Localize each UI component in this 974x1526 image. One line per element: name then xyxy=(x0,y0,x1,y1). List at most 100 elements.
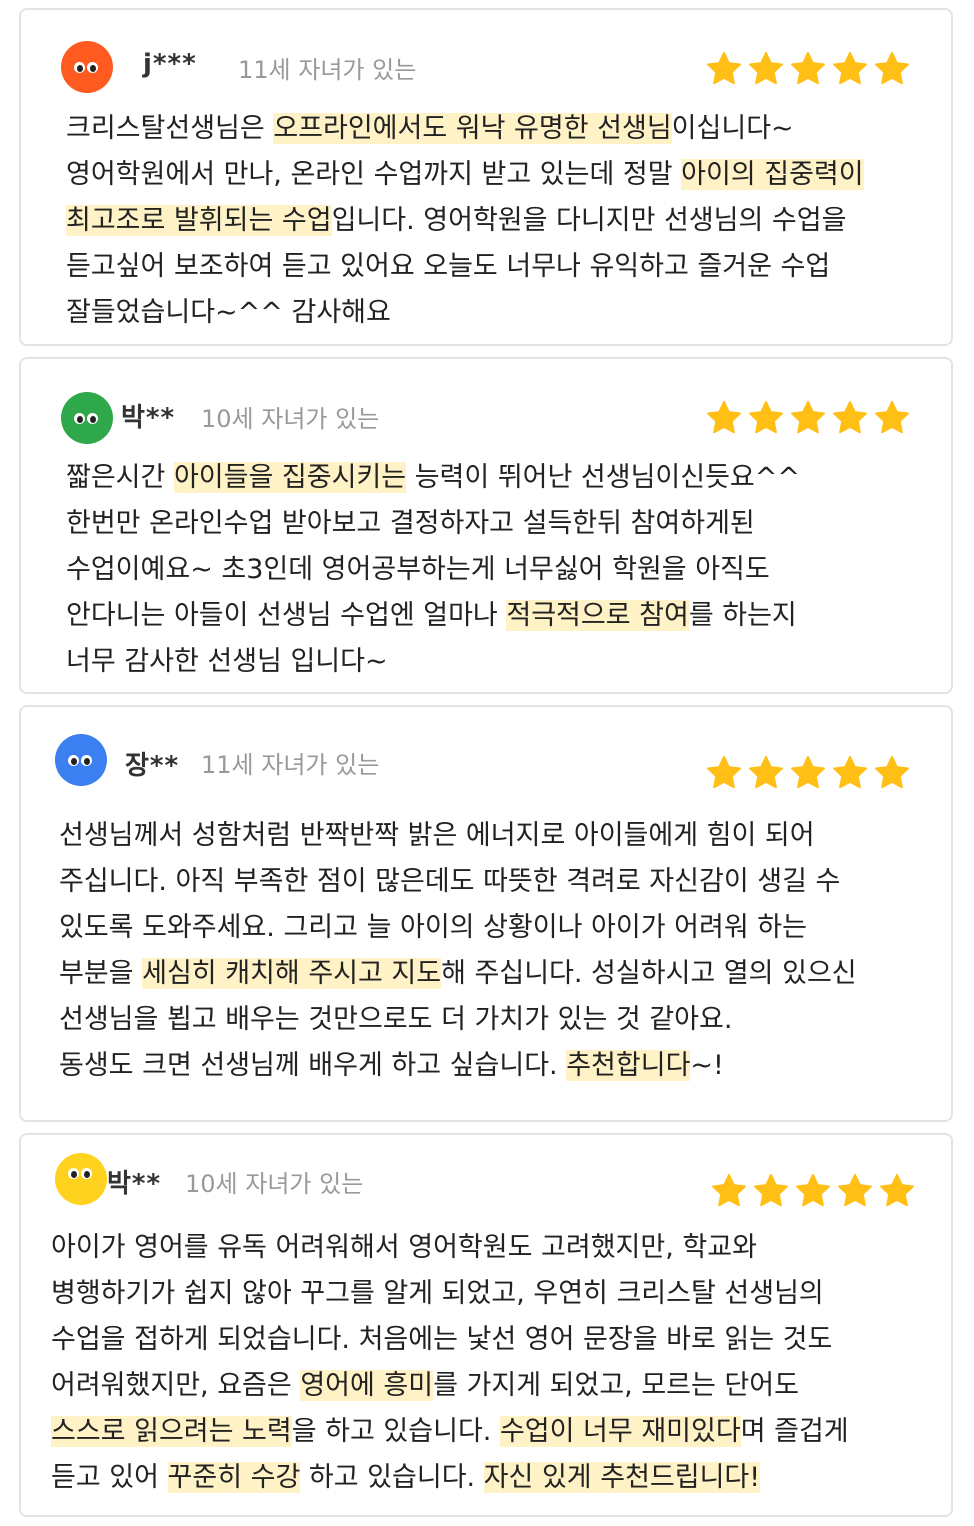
star-icon xyxy=(796,1173,830,1207)
review-text-segment: 이십니다~ xyxy=(671,113,794,144)
star-icon xyxy=(749,51,783,85)
review-text-segment: 잘들었습니다~^^ 감사해요 xyxy=(66,297,391,328)
review-text-segment: 듣고싶어 보조하여 듣고 있어요 오늘도 너무나 유익하고 즐거운 수업 xyxy=(66,251,831,282)
review-text-segment: 크리스탈선생님은 xyxy=(66,113,274,144)
review-text-segment: 입니다. 영어학원을 다니지만 선생님의 수업을 xyxy=(331,205,847,236)
review-line: 안다니는 아들이 선생님 수업엔 얼마나 적극적으로 참여를 하는지 xyxy=(66,593,800,639)
highlighted-text: 추천합니다 xyxy=(566,1050,691,1081)
review-line: 너무 감사한 선생님 입니다~ xyxy=(66,639,800,685)
review-line: 짧은시간 아이들을 집중시키는 능력이 뛰어난 선생님이신듯요^^ xyxy=(66,455,800,501)
review-text-segment: 수업을 접하게 되었습니다. 처음에는 낯선 영어 문장을 바로 읽는 것도 xyxy=(51,1324,833,1355)
star-icon xyxy=(880,1173,914,1207)
star-icon xyxy=(875,51,909,85)
reviewer-name: j*** xyxy=(143,49,197,79)
review-line: 주십니다. 아직 부족한 점이 많은데도 따뜻한 격려로 자신감이 생길 수 xyxy=(59,859,857,905)
star-icon xyxy=(707,755,741,789)
highlighted-text: 세심히 캐치해 주시고 지도 xyxy=(142,958,442,989)
review-text-segment: 하고 있습니다. xyxy=(300,1462,484,1493)
review-line: 아이가 영어를 유독 어려워해서 영어학원도 고려했지만, 학교와 xyxy=(51,1225,849,1271)
review-text-segment: 을 하고 있습니다. xyxy=(291,1416,500,1447)
review-line: 듣고 있어 꾸준히 수강 하고 있습니다. 자신 있게 추천드립니다! xyxy=(51,1455,849,1501)
highlighted-text: 아이의 집중력이 xyxy=(681,159,864,190)
review-text-segment: 듣고 있어 xyxy=(51,1462,168,1493)
review-text-segment: 능력이 뛰어난 선생님이신듯요^^ xyxy=(406,462,801,493)
review-text-segment: 너무 감사한 선생님 입니다~ xyxy=(66,646,388,677)
review-line: 있도록 도와주세요. 그리고 늘 아이의 상황이나 아이가 어려워 하는 xyxy=(59,905,857,951)
review-line: 부분을 세심히 캐치해 주시고 지도해 주십니다. 성실하시고 열의 있으신 xyxy=(59,951,857,997)
review-line: 스스로 읽으려는 노력을 하고 있습니다. 수업이 너무 재미있다며 즐겁게 xyxy=(51,1409,849,1455)
star-icon xyxy=(712,1173,746,1207)
review-card: 박** 10세 자녀가 있는 짧은시간 아이들을 집중시키는 능력이 뛰어난 선… xyxy=(19,357,953,694)
star-icon xyxy=(707,51,741,85)
star-icon xyxy=(875,400,909,434)
review-line: 크리스탈선생님은 오프라인에서도 워낙 유명한 선생님이십니다~ xyxy=(66,106,864,152)
review-line: 병행하기가 쉽지 않아 꾸그를 알게 되었고, 우연히 크리스탈 선생님의 xyxy=(51,1271,849,1317)
reviewer-child-age: 10세 자녀가 있는 xyxy=(185,1170,364,1198)
highlighted-text: 꾸준히 수강 xyxy=(167,1462,301,1493)
review-text: 짧은시간 아이들을 집중시키는 능력이 뛰어난 선생님이신듯요^^ 한번만 온라인… xyxy=(66,455,800,685)
reviewer-name: 박** xyxy=(121,403,176,433)
review-card: 박** 10세 자녀가 있는 아이가 영어를 유독 어려워해서 영어학원도 고려… xyxy=(19,1133,953,1517)
face-avatar-icon xyxy=(61,41,113,93)
review-line: 수업이예요~ 초3인데 영어공부하는게 너무싫어 학원을 아직도 xyxy=(66,547,800,593)
star-rating xyxy=(710,1172,916,1210)
star-rating xyxy=(705,50,911,88)
highlighted-text: 최고조로 발휘되는 수업 xyxy=(66,205,332,236)
highlighted-text: 스스로 읽으려는 노력 xyxy=(51,1416,292,1447)
review-line: 수업을 접하게 되었습니다. 처음에는 낯선 영어 문장을 바로 읽는 것도 xyxy=(51,1317,849,1363)
highlighted-text: 아이들을 집중시키는 xyxy=(173,462,407,493)
review-line: 선생님을 뵙고 배우는 것만으로도 더 가치가 있는 것 같아요. xyxy=(59,997,857,1043)
face-avatar-icon xyxy=(55,734,107,786)
review-text-segment: 아이가 영어를 유독 어려워해서 영어학원도 고려했지만, 학교와 xyxy=(51,1232,757,1263)
star-icon xyxy=(749,755,783,789)
review-text: 크리스탈선생님은 오프라인에서도 워낙 유명한 선생님이십니다~ 영어학원에서 만… xyxy=(66,106,864,336)
review-text-segment: 선생님을 뵙고 배우는 것만으로도 더 가치가 있는 것 같아요. xyxy=(59,1004,733,1035)
star-rating xyxy=(705,754,911,792)
review-text-segment: 있도록 도와주세요. 그리고 늘 아이의 상황이나 아이가 어려워 하는 xyxy=(59,912,807,943)
review-text-segment: 수업이예요~ 초3인데 영어공부하는게 너무싫어 학원을 아직도 xyxy=(66,554,770,585)
review-text-segment: 주십니다. 아직 부족한 점이 많은데도 따뜻한 격려로 자신감이 생길 수 xyxy=(59,866,841,897)
face-avatar-icon xyxy=(61,392,113,444)
review-card: j*** 11세 자녀가 있는 크리스탈선생님은 오프라인에서도 워낙 유명한 … xyxy=(19,8,953,346)
reviewer-child-age: 11세 자녀가 있는 xyxy=(238,56,417,84)
star-icon xyxy=(707,400,741,434)
review-card: 장** 11세 자녀가 있는 선생님께서 성함처럼 반짝반짝 밝은 에너지로 아… xyxy=(19,705,953,1122)
reviewer-child-age: 11세 자녀가 있는 xyxy=(201,751,380,779)
star-icon xyxy=(875,755,909,789)
reviewer-name: 장** xyxy=(125,751,180,781)
review-text: 선생님께서 성함처럼 반짝반짝 밝은 에너지로 아이들에게 힘이 되어주십니다.… xyxy=(59,813,857,1089)
reviewer-child-age: 10세 자녀가 있는 xyxy=(201,405,380,433)
review-text-segment: 한번만 온라인수업 받아보고 결정하자고 설득한뒤 참여하게된 xyxy=(66,508,755,539)
review-text-segment: 선생님께서 성함처럼 반짝반짝 밝은 에너지로 아이들에게 힘이 되어 xyxy=(59,820,815,851)
reviewer-name: 박** xyxy=(107,1169,162,1199)
star-icon xyxy=(791,755,825,789)
review-line: 한번만 온라인수업 받아보고 결정하자고 설득한뒤 참여하게된 xyxy=(66,501,800,547)
review-line: 잘들었습니다~^^ 감사해요 xyxy=(66,290,864,336)
star-icon xyxy=(833,755,867,789)
review-text-segment: 동생도 크면 선생님께 배우게 하고 싶습니다. xyxy=(59,1050,567,1081)
highlighted-text: 적극적으로 참여 xyxy=(506,600,689,631)
star-icon xyxy=(754,1173,788,1207)
star-icon xyxy=(838,1173,872,1207)
review-text-segment: 짧은시간 xyxy=(66,462,174,493)
star-icon xyxy=(791,400,825,434)
review-line: 동생도 크면 선생님께 배우게 하고 싶습니다. 추천합니다~! xyxy=(59,1043,857,1089)
review-text-segment: 안다니는 아들이 선생님 수업엔 얼마나 xyxy=(66,600,507,631)
star-icon xyxy=(833,51,867,85)
review-text-segment: 영어학원에서 만나, 온라인 수업까지 받고 있는데 정말 xyxy=(66,159,682,190)
review-text-segment: 해 주십니다. 성실하시고 열의 있으신 xyxy=(441,958,857,989)
highlighted-text: 영어에 흥미 xyxy=(300,1370,434,1401)
review-text-segment: 병행하기가 쉽지 않아 꾸그를 알게 되었고, 우연히 크리스탈 선생님의 xyxy=(51,1278,824,1309)
review-text-segment: 를 가지게 되었고, 모르는 단어도 xyxy=(433,1370,799,1401)
review-line: 어려워했지만, 요즘은 영어에 흥미를 가지게 되었고, 모르는 단어도 xyxy=(51,1363,849,1409)
review-text-segment: 를 하는지 xyxy=(688,600,797,631)
review-text-segment: ~! xyxy=(690,1050,724,1081)
review-text-segment: 부분을 xyxy=(59,958,143,989)
review-line: 선생님께서 성함처럼 반짝반짝 밝은 에너지로 아이들에게 힘이 되어 xyxy=(59,813,857,859)
face-avatar-icon xyxy=(55,1153,107,1205)
star-icon xyxy=(791,51,825,85)
star-icon xyxy=(749,400,783,434)
star-rating xyxy=(705,399,911,437)
review-line: 최고조로 발휘되는 수업입니다. 영어학원을 다니지만 선생님의 수업을 xyxy=(66,198,864,244)
highlighted-text: 오프라인에서도 워낙 유명한 선생님 xyxy=(273,113,672,144)
